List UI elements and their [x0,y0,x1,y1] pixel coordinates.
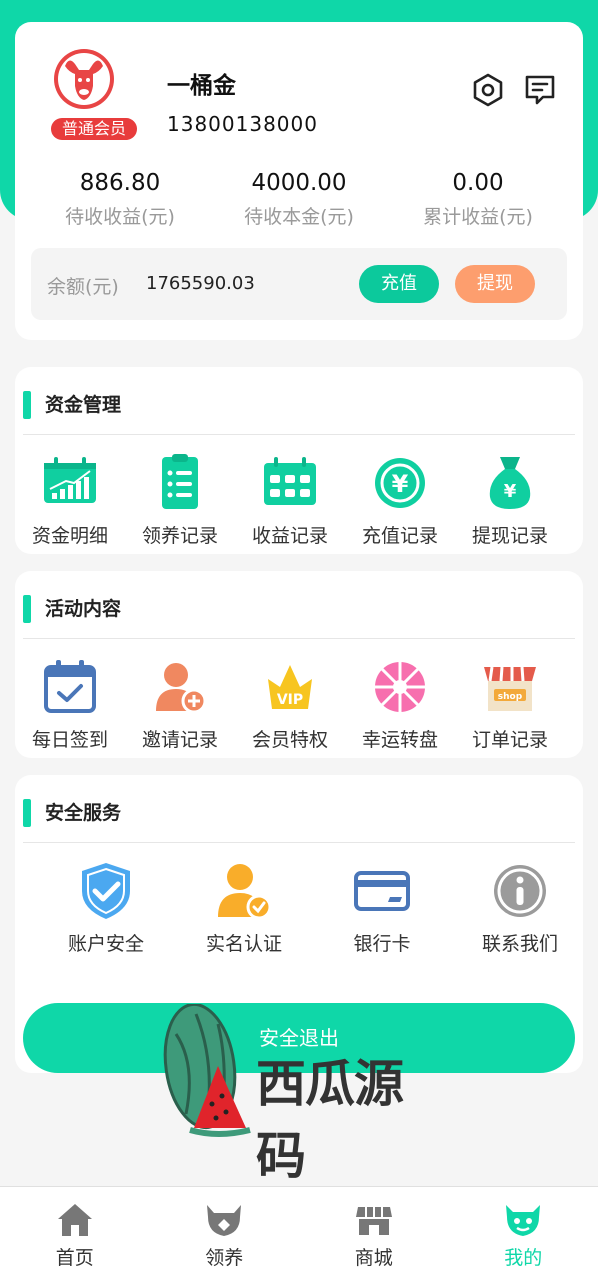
stat-value: 0.00 [452,170,504,196]
item-label: 收益记录 [251,525,328,547]
wheel-icon [368,655,432,719]
clipboard-icon [148,451,212,515]
contact-us-item[interactable]: 联系我们 [451,855,589,956]
item-label: 充值记录 [361,525,438,547]
fund-management-section: 资金管理 资金明细 领养记录 收益记录 ¥ 充值记录 ¥ 提现记录 [15,367,583,554]
stat-label: 待收收益(元) [65,206,175,228]
nav-label: 商城 [354,1247,393,1269]
lucky-wheel-item[interactable]: 幸运转盘 [345,651,455,752]
nav-home[interactable]: 首页 [0,1187,150,1272]
phone-number: 13800138000 [167,112,318,136]
bottom-nav: 首页 领养 商城 我的 [0,1186,598,1272]
bull-icon [204,1199,244,1239]
item-label: 资金明细 [31,525,108,547]
bull-logo-icon [54,49,114,109]
info-icon [488,859,552,923]
message-button[interactable] [523,72,557,108]
nav-label: 领养 [205,1247,244,1269]
calendar-check-icon [38,655,102,719]
real-name-verify-item[interactable]: 实名认证 [175,855,313,956]
svg-text:VIP: VIP [277,692,303,708]
income-records-item[interactable]: 收益记录 [235,447,345,548]
item-label: 账户安全 [67,933,144,955]
stat-value: 886.80 [79,170,161,196]
store-icon [354,1199,394,1239]
nav-adopt[interactable]: 领养 [150,1187,300,1272]
bull-face-icon [503,1199,543,1239]
calendar-grid-icon [258,451,322,515]
home-icon [55,1199,95,1239]
order-records-item[interactable]: shop 订单记录 [455,651,565,752]
logout-button[interactable]: 安全退出 [23,1003,575,1073]
item-label: 订单记录 [471,729,548,751]
svg-text:shop: shop [498,692,523,702]
vip-crown-icon: VIP [258,655,322,719]
withdraw-button[interactable]: 提现 [455,265,535,303]
bank-card-icon [350,859,414,923]
item-label: 会员特权 [251,729,328,751]
item-label: 邀请记录 [141,729,218,751]
item-label: 幸运转盘 [361,729,438,751]
profile-card: 普通会员 一桶金 13800138000 886.80 待收收益(元) 4000… [15,22,583,340]
stat-label: 累计收益(元) [423,206,533,228]
divider [23,638,575,639]
settings-button[interactable] [471,72,505,108]
account-security-item[interactable]: 账户安全 [37,855,175,956]
balance-bar: 余额(元) 1765590.03 充值 提现 [31,248,567,320]
item-label: 领养记录 [141,525,218,547]
item-label: 实名认证 [205,933,282,955]
recharge-records-item[interactable]: ¥ 充值记录 [345,447,455,548]
divider [23,842,575,843]
stat-pending-principal: 4000.00 待收本金(元) [214,170,384,229]
svg-text:¥: ¥ [392,470,409,498]
stat-label: 待收本金(元) [244,206,354,228]
add-user-icon [148,655,212,719]
fund-details-item[interactable]: 资金明细 [15,447,125,548]
item-label: 每日签到 [31,729,108,751]
avatar[interactable] [51,46,117,112]
chart-icon [38,451,102,515]
balance-label: 余额(元) [47,276,119,298]
withdraw-records-item[interactable]: ¥ 提现记录 [455,447,565,548]
vip-privilege-item[interactable]: VIP 会员特权 [235,651,345,752]
username: 一桶金 [167,73,236,99]
member-level-badge: 普通会员 [51,118,137,140]
stat-pending-income: 886.80 待收收益(元) [35,170,205,229]
svg-text:¥: ¥ [504,481,517,502]
nav-mine[interactable]: 我的 [449,1187,598,1272]
nav-label: 首页 [55,1247,94,1269]
settings-hexagon-icon [473,73,503,107]
yen-coin-icon: ¥ [368,451,432,515]
shop-icon: shop [478,655,542,719]
daily-checkin-item[interactable]: 每日签到 [15,651,125,752]
activity-section: 活动内容 每日签到 邀请记录 VIP 会员特权 幸运转盘 shop 订单记录 [15,571,583,758]
section-title: 资金管理 [23,391,121,419]
balance-value: 1765590.03 [146,273,255,294]
message-icon [525,75,555,105]
adoption-records-item[interactable]: 领养记录 [125,447,235,548]
bank-card-item[interactable]: 银行卡 [313,855,451,956]
divider [23,434,575,435]
section-title: 活动内容 [23,595,121,623]
item-label: 银行卡 [353,933,411,955]
nav-store[interactable]: 商城 [299,1187,449,1272]
recharge-button[interactable]: 充值 [359,265,439,303]
section-title: 安全服务 [23,799,121,827]
stat-value: 4000.00 [251,170,347,196]
shield-check-icon [74,859,138,923]
stat-total-income: 0.00 累计收益(元) [393,170,563,229]
item-label: 提现记录 [471,525,548,547]
money-bag-icon: ¥ [478,451,542,515]
item-label: 联系我们 [481,933,558,955]
nav-label: 我的 [504,1247,543,1269]
invite-records-item[interactable]: 邀请记录 [125,651,235,752]
user-verified-icon [212,859,276,923]
